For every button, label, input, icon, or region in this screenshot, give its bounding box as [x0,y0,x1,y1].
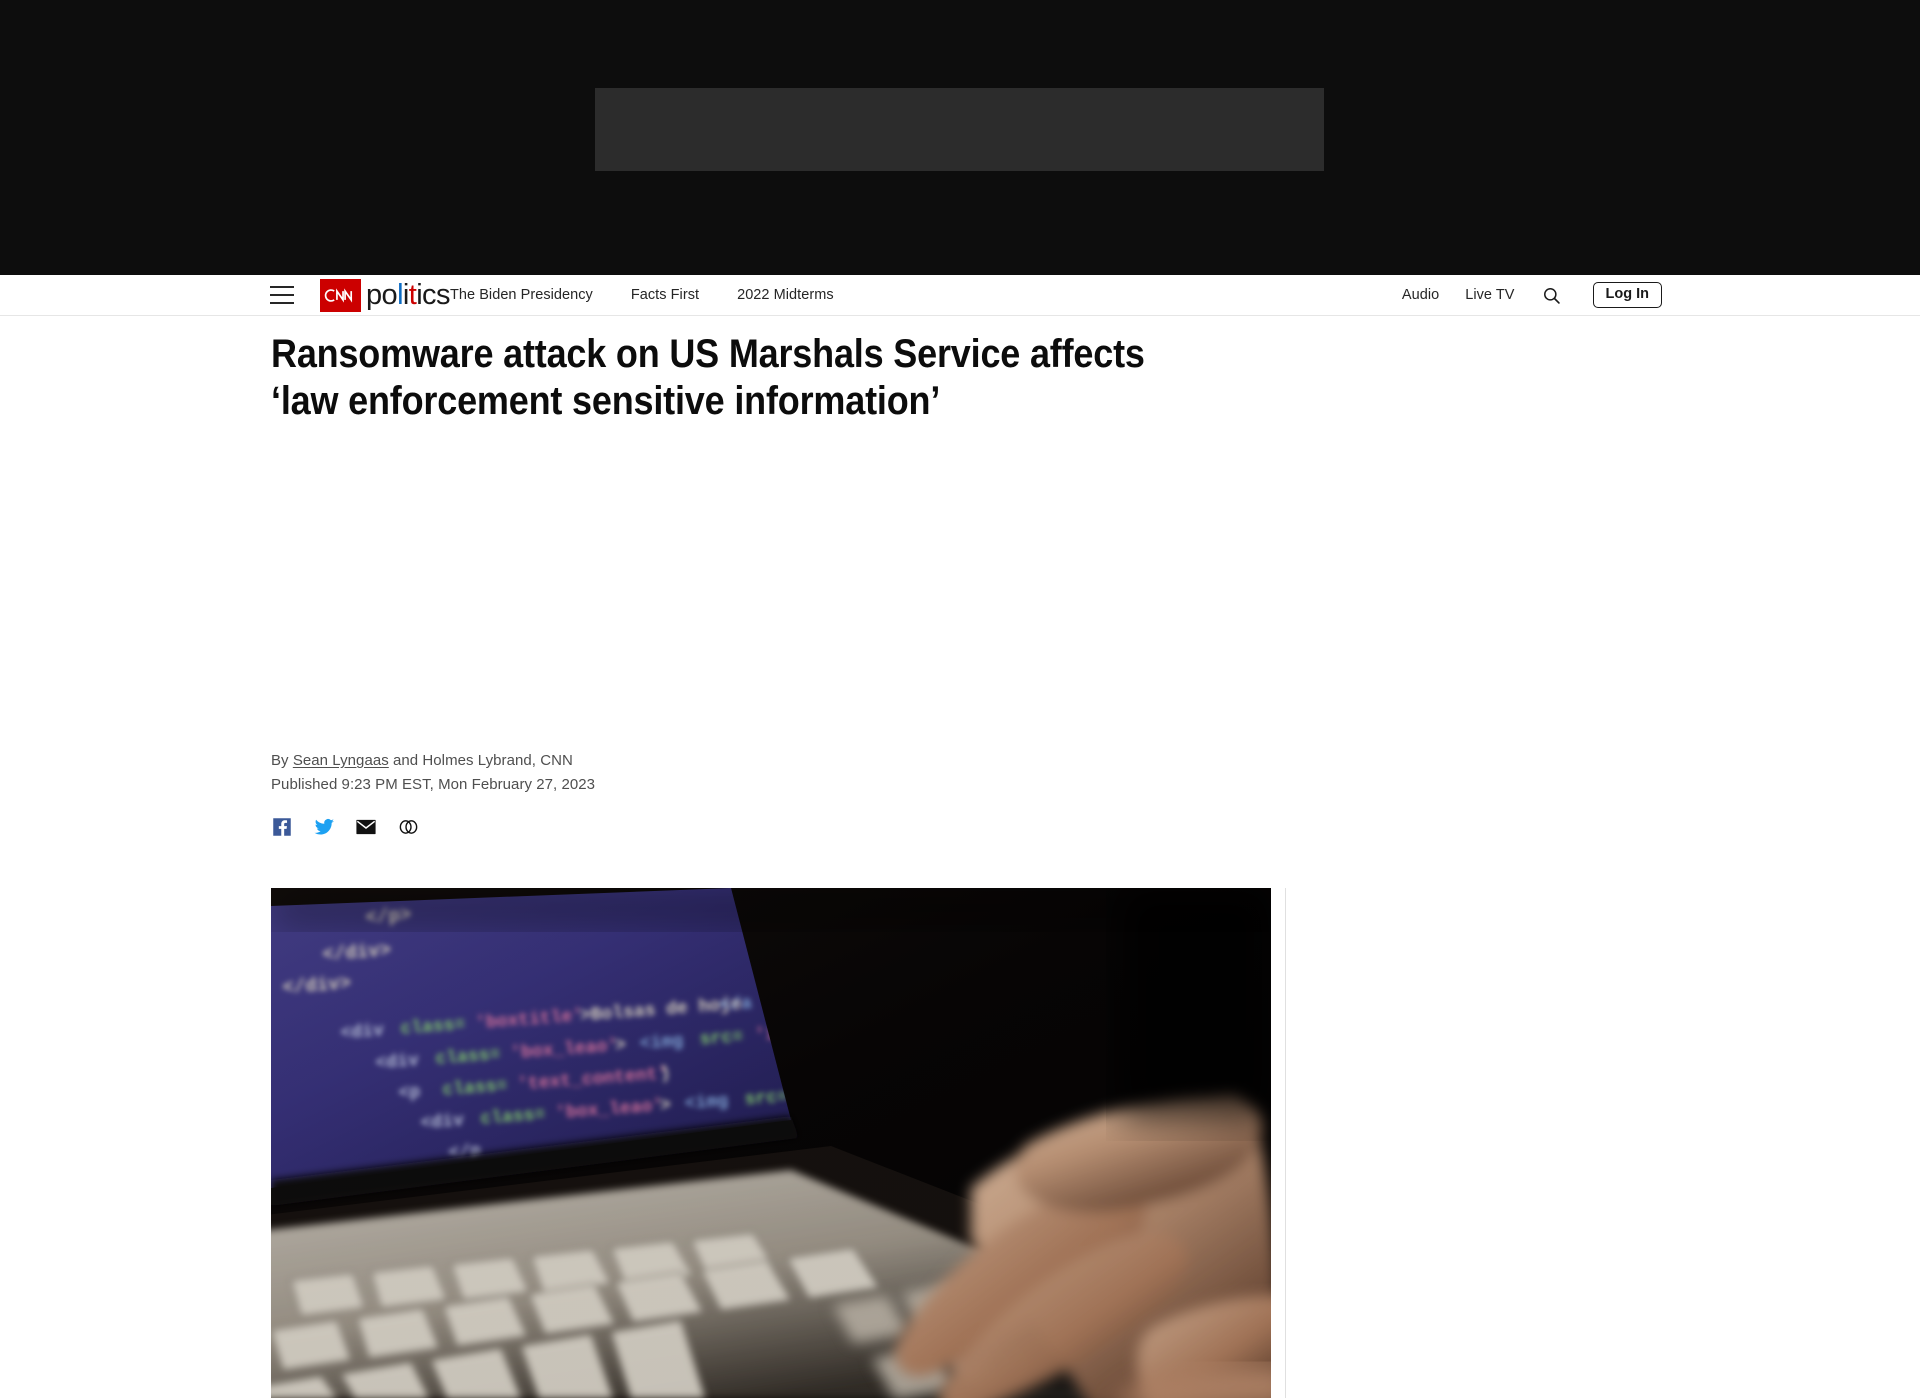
nav-link-audio[interactable]: Audio [1402,287,1439,303]
log-in-button[interactable]: Log In [1592,281,1662,309]
nav-link-2022-midterms[interactable]: 2022 Midterms [737,287,834,303]
nav-link-facts-first[interactable]: Facts First [631,287,699,303]
primary-nav: The Biden Presidency Facts First 2022 Mi… [450,275,834,315]
cnn-politics-logo[interactable]: politics [320,279,450,312]
byline-suffix: and Holmes Lybrand, CNN [388,752,573,769]
advertisement-slot[interactable] [595,88,1324,171]
header-inner: politics The Biden Presidency Facts Firs… [0,275,1920,315]
byline-prefix: By [271,752,293,769]
publish-timestamp: Published 9:23 PM EST, Mon February 27, … [271,776,596,793]
hamburger-bar [270,293,294,297]
headline-line-2: ‘law enforcement sensitive information’ [271,379,941,423]
hamburger-menu-icon[interactable] [270,286,294,304]
copy-link-icon[interactable] [397,816,419,838]
nav-link-the-biden-presidency[interactable]: The Biden Presidency [450,287,593,303]
facebook-share-icon[interactable] [271,816,293,838]
site-header: politics The Biden Presidency Facts Firs… [0,275,1920,316]
wordmark-ics: ics [416,279,450,311]
hamburger-bar [270,301,294,304]
headline-line-1: Ransomware attack on US Marshals Service… [271,332,1145,376]
email-share-icon[interactable] [355,816,377,838]
share-buttons-row [271,816,419,838]
byline: By Sean Lyngaas and Holmes Lybrand, CNN [271,752,573,769]
hamburger-bar [270,286,294,289]
hands-typing-on-laptop-photo: </p> </div> </div> <div class= 'boxtitle… [271,888,1271,1398]
politics-wordmark: politics [361,279,450,312]
twitter-share-icon[interactable] [313,816,335,838]
article-headline: Ransomware attack on US Marshals Service… [271,331,1162,425]
content-rail-divider [1285,888,1286,1398]
byline-author-link[interactable]: Sean Lyngaas [293,752,389,769]
cnn-logo-icon [320,279,361,312]
search-icon[interactable] [1541,284,1563,306]
article-container: Ransomware attack on US Marshals Service… [0,316,1920,1398]
wordmark-po: po [366,279,398,311]
header-right-group: Audio Live TV Log In [1402,275,1662,315]
nav-link-live-tv[interactable]: Live TV [1465,287,1514,303]
top-ad-region [0,0,1920,275]
